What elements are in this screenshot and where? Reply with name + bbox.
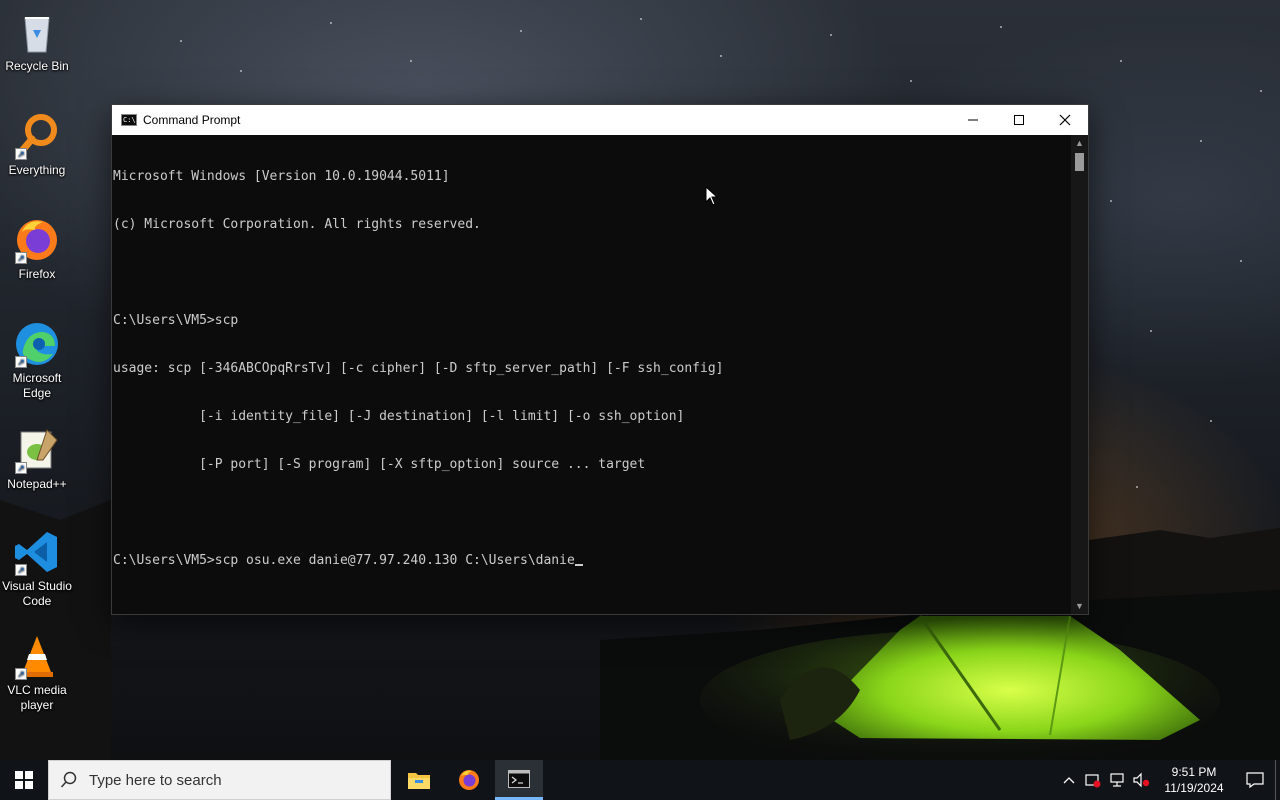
notification-icon: [1246, 772, 1264, 788]
console-current-command: C:\Users\VM5>scp osu.exe danie@77.97.240…: [113, 553, 575, 568]
console-line: Microsoft Windows [Version 10.0.19044.50…: [113, 169, 450, 184]
console-line: C:\Users\VM5>scp: [113, 313, 239, 328]
desktop-icon-label: Microsoft Edge: [12, 371, 62, 400]
shortcut-arrow-icon: ↗: [15, 356, 27, 368]
desktop-icon-firefox[interactable]: ↗ Firefox: [0, 216, 74, 282]
desktop-icon-label: Recycle Bin: [5, 59, 69, 73]
minimize-icon: [968, 119, 978, 121]
firefox-icon: [459, 770, 479, 790]
shortcut-arrow-icon: ↗: [15, 148, 27, 160]
notepad-plus-plus-icon: ↗: [13, 426, 61, 474]
scroll-up-arrow-icon[interactable]: ▲: [1071, 135, 1088, 151]
desktop-icon-vlc[interactable]: ↗ VLC media player: [0, 632, 74, 713]
vscode-icon: ↗: [13, 528, 61, 576]
scroll-down-arrow-icon[interactable]: ▼: [1071, 598, 1088, 614]
edge-icon: ↗: [13, 320, 61, 368]
clock-time: 9:51 PM: [1171, 765, 1217, 779]
console-output[interactable]: Microsoft Windows [Version 10.0.19044.50…: [112, 135, 1071, 614]
volume-muted-icon[interactable]: [1129, 760, 1153, 800]
scrollbar-thumb[interactable]: [1075, 153, 1084, 171]
console-line: [-P port] [-S program] [-X sftp_option] …: [113, 457, 646, 472]
taskbar: Type here to search 9:51 PM 11/19/2024: [0, 760, 1280, 800]
show-hidden-icons-chevron-icon[interactable]: [1057, 760, 1081, 800]
close-button[interactable]: [1042, 105, 1088, 135]
start-button[interactable]: [0, 760, 48, 800]
windows-logo-icon: [15, 771, 33, 789]
search-placeholder: Type here to search: [89, 771, 222, 789]
taskbar-app-firefox[interactable]: [445, 760, 493, 800]
maximize-button[interactable]: [996, 105, 1042, 135]
desktop-icon-label: Notepad++: [7, 477, 67, 491]
desktop-icon-label: Firefox: [18, 267, 56, 281]
maximize-icon: [1014, 115, 1024, 125]
command-prompt-icon: [508, 769, 530, 788]
network-icon[interactable]: [1105, 760, 1129, 800]
shortcut-arrow-icon: ↗: [15, 252, 27, 264]
security-warning-icon[interactable]: [1081, 760, 1105, 800]
taskbar-search-box[interactable]: Type here to search: [48, 760, 391, 800]
mouse-pointer-icon: [705, 186, 719, 206]
search-icon: [49, 771, 89, 789]
desktop-icon-label: Everything: [8, 163, 66, 177]
action-center-button[interactable]: [1235, 760, 1275, 800]
command-prompt-window[interactable]: C:\ Command Prompt Microsoft Windows [Ve…: [111, 104, 1089, 615]
shortcut-arrow-icon: ↗: [15, 462, 27, 474]
vlc-cone-icon: ↗: [13, 632, 61, 680]
window-title: Command Prompt: [143, 113, 241, 127]
shortcut-arrow-icon: ↗: [15, 668, 27, 680]
taskbar-app-command-prompt[interactable]: [495, 760, 543, 800]
window-titlebar[interactable]: C:\ Command Prompt: [112, 105, 1088, 135]
cmd-app-icon: C:\: [121, 114, 137, 126]
shortcut-arrow-icon: ↗: [15, 564, 27, 576]
clock-date: 11/19/2024: [1164, 781, 1224, 795]
everything-icon: ↗: [13, 112, 61, 160]
taskbar-clock[interactable]: 9:51 PM 11/19/2024: [1153, 764, 1235, 796]
desktop-icon-visual-studio-code[interactable]: ↗ Visual Studio Code: [0, 528, 74, 609]
firefox-icon: ↗: [13, 216, 61, 264]
console-line: usage: scp [-346ABCOpqRrsTv] [-c cipher]…: [113, 361, 724, 376]
file-explorer-icon: [408, 773, 430, 789]
desktop-icon-label: Visual Studio Code: [2, 579, 72, 608]
taskbar-app-file-explorer[interactable]: [395, 760, 443, 800]
desktop-icon-notepad-plus-plus[interactable]: ↗ Notepad++: [0, 426, 74, 492]
console-line: [-i identity_file] [-J destination] [-l …: [113, 409, 685, 424]
console-input-line[interactable]: C:\Users\VM5>scp osu.exe danie@77.97.240…: [113, 553, 1071, 569]
desktop-icon-recycle-bin[interactable]: Recycle Bin: [0, 8, 74, 74]
text-cursor: [574, 564, 583, 566]
desktop-icon-everything[interactable]: ↗ Everything: [0, 112, 74, 178]
minimize-button[interactable]: [950, 105, 996, 135]
vertical-scrollbar[interactable]: ▲ ▼: [1071, 135, 1088, 614]
console-line: (c) Microsoft Corporation. All rights re…: [113, 217, 481, 232]
show-desktop-button[interactable]: [1275, 760, 1280, 800]
desktop-icon-microsoft-edge[interactable]: ↗ Microsoft Edge: [0, 320, 74, 401]
system-tray: 9:51 PM 11/19/2024: [1057, 760, 1280, 800]
close-icon: [1059, 114, 1071, 126]
recycle-bin-icon: [13, 8, 61, 56]
desktop-icon-label: VLC media player: [7, 683, 67, 712]
